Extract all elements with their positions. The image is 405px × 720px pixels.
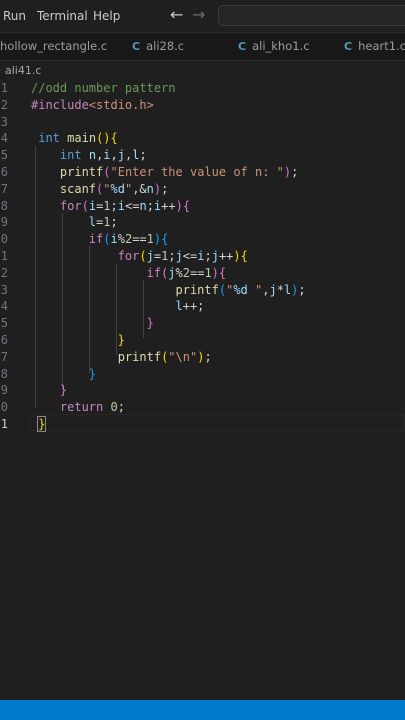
menu-help[interactable]: Help xyxy=(93,9,120,23)
line-number: 7 xyxy=(0,349,8,364)
status-bar xyxy=(0,700,405,720)
code-line: 8 } xyxy=(0,366,405,383)
line-number: 6 xyxy=(0,165,8,179)
line-number: 5 xyxy=(0,316,8,331)
forward-arrow-icon[interactable]: → xyxy=(192,5,205,24)
code-text: #include<stdio.h> xyxy=(31,97,154,112)
line-number: 1 xyxy=(0,249,8,263)
breadcrumb[interactable]: ali41.c xyxy=(5,64,41,77)
c-file-icon: C xyxy=(344,40,353,53)
code-line: 3 printf("%d ",j*l); xyxy=(0,282,405,299)
line-number: 2 xyxy=(0,265,8,280)
code-line: 5 } xyxy=(0,315,405,332)
code-text: } xyxy=(37,416,47,432)
code-text: l=1; xyxy=(88,215,118,230)
code-text: } xyxy=(146,316,154,331)
code-text: } xyxy=(59,383,68,398)
line-number: 1 xyxy=(0,81,8,95)
line-number: 6 xyxy=(0,333,8,347)
line-number: 1 xyxy=(0,417,8,431)
line-number: 8 xyxy=(0,198,8,213)
c-file-icon: C xyxy=(132,40,141,53)
tab-ali28[interactable]: Cali28.c xyxy=(132,33,184,60)
code-text: printf("%d ",j*l); xyxy=(175,282,306,297)
code-line: 8 for(i=1;i<=n;i++){ xyxy=(0,198,405,215)
menu-run[interactable]: Run xyxy=(3,9,26,23)
code-line: 6 printf("Enter the value of n: "); xyxy=(0,164,405,181)
code-line: 2 if(j%2==1){ xyxy=(0,265,405,282)
code-text: scanf("%d",&n); xyxy=(59,181,169,196)
code-text: printf("Enter the value of n: "); xyxy=(59,165,299,179)
code-text: int main(){ xyxy=(38,131,118,146)
code-text: if(i%2==1){ xyxy=(88,232,169,247)
line-number: 3 xyxy=(0,114,8,129)
code-line: 0 if(i%2==1){ xyxy=(0,231,405,248)
line-number: 4 xyxy=(0,131,8,146)
code-text: for(i=1;i<=n;i++){ xyxy=(59,198,191,213)
tab-heart1[interactable]: Cheart1.c xyxy=(344,33,405,60)
code-text: int n,i,j,l; xyxy=(59,148,147,163)
code-text: //odd number pattern xyxy=(31,81,176,95)
code-text: for(j=1;j<=i;j++){ xyxy=(117,249,248,263)
line-number: 2 xyxy=(0,97,8,112)
tab-ali-kho1[interactable]: Cali_kho1.c xyxy=(238,33,310,60)
code-line: 1 for(j=1;j<=i;j++){ xyxy=(0,248,405,265)
tab-label: ali28.c xyxy=(146,39,185,53)
code-line: 7 printf("\n"); xyxy=(0,349,405,366)
line-number: 4 xyxy=(0,299,8,314)
back-arrow-icon[interactable]: ← xyxy=(170,5,183,24)
tab-label: heart1.c xyxy=(358,39,405,53)
code-text: return 0; xyxy=(59,400,125,415)
line-number: 3 xyxy=(0,282,8,297)
line-number: 9 xyxy=(0,215,8,230)
code-line: 2 #include<stdio.h> xyxy=(0,97,405,114)
menu-bar: Run Terminal Help ← → xyxy=(0,0,405,33)
tab-hollow-rectangle[interactable]: hollow_rectangle.c xyxy=(0,33,107,60)
code-line: 4 int main(){ xyxy=(0,130,405,147)
code-line: 9 l=1; xyxy=(0,214,405,231)
code-text: printf("\n"); xyxy=(117,349,212,364)
code-line: 5 int n,i,j,l; xyxy=(0,147,405,164)
line-number: 8 xyxy=(0,366,8,381)
line-number: 0 xyxy=(0,232,8,247)
line-number: 5 xyxy=(0,148,8,163)
code-text: } xyxy=(88,366,97,381)
command-center-search[interactable] xyxy=(218,5,405,26)
c-file-icon: C xyxy=(238,40,247,53)
code-line: 0 return 0; xyxy=(0,399,405,416)
code-line: 4 l++; xyxy=(0,298,405,315)
code-line: 1 } xyxy=(0,416,405,433)
code-text: if(j%2==1){ xyxy=(146,265,227,280)
line-number: 7 xyxy=(0,181,8,196)
editor-tab-bar: hollow_rectangle.c Cali28.c Cali_kho1.c … xyxy=(0,33,405,61)
code-line: 6 } xyxy=(0,332,405,349)
code-line: 1 //odd number pattern xyxy=(0,80,405,97)
tab-label: hollow_rectangle.c xyxy=(0,39,108,53)
tab-label: ali_kho1.c xyxy=(252,39,310,53)
line-number: 0 xyxy=(0,400,8,415)
code-line: 9 } xyxy=(0,382,405,399)
code-line: 7 scanf("%d",&n); xyxy=(0,181,405,198)
code-editor[interactable]: 1 //odd number pattern 2 #include<stdio.h>… xyxy=(0,80,405,700)
code-text: l++; xyxy=(175,299,205,314)
code-text: } xyxy=(117,333,125,347)
code-line: 3 xyxy=(0,114,405,131)
menu-terminal[interactable]: Terminal xyxy=(37,9,88,23)
line-number: 9 xyxy=(0,383,8,398)
